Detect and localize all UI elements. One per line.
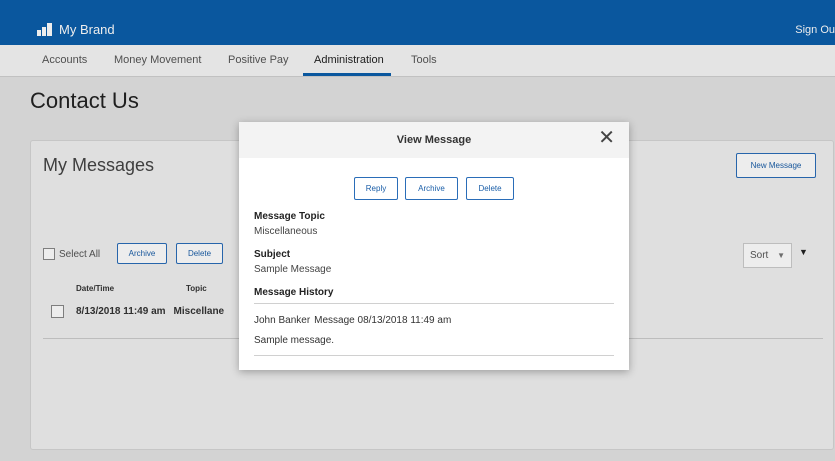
history-bottom-divider [254,355,614,356]
message-topic-label: Message Topic [254,211,325,222]
dialog-archive-button[interactable]: Archive [405,177,458,200]
message-history-label: Message History [254,287,334,298]
dialog-header: View Message ✕ [239,122,629,158]
dialog-title: View Message [396,134,472,146]
history-meta: Message 08/13/2018 11:49 am [314,315,452,326]
history-sender: John Banker [254,315,311,326]
close-icon[interactable]: ✕ [598,128,615,148]
history-entry-meta: John Banker Message 08/13/2018 11:49 am [254,315,451,326]
subject-value: Sample Message [254,264,332,275]
reply-button[interactable]: Reply [354,177,398,200]
message-topic-value: Miscellaneous [254,226,318,237]
history-body: Sample message. [254,335,335,346]
view-message-dialog: View Message ✕ Reply Archive Delete Mess… [239,122,629,370]
subject-label: Subject [254,249,291,260]
dialog-delete-button[interactable]: Delete [466,177,514,200]
history-divider [254,303,614,304]
